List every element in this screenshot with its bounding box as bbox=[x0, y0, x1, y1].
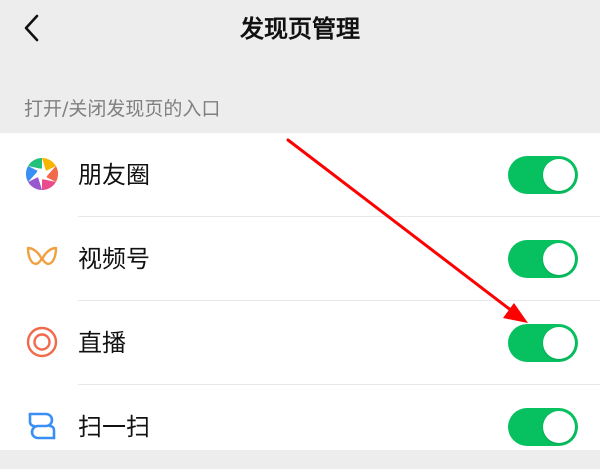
toggle-live[interactable] bbox=[508, 324, 578, 362]
list-item-scan: 扫一扫 bbox=[0, 385, 600, 469]
entry-list: 朋友圈 视频号 直播 扫一扫 bbox=[0, 133, 600, 450]
toggle-knob bbox=[543, 243, 575, 275]
toggle-channels[interactable] bbox=[508, 240, 578, 278]
page-title: 发现页管理 bbox=[240, 15, 360, 43]
chevron-left-icon bbox=[24, 14, 39, 42]
section-label: 打开/关闭发现页的入口 bbox=[24, 98, 221, 120]
back-button[interactable] bbox=[12, 8, 52, 48]
list-item-label: 直播 bbox=[78, 329, 126, 357]
list-item-label: 朋友圈 bbox=[78, 161, 150, 189]
scan-icon bbox=[22, 406, 62, 446]
toggle-knob bbox=[543, 411, 575, 443]
toggle-knob bbox=[543, 327, 575, 359]
toggle-scan[interactable] bbox=[508, 408, 578, 446]
toggle-knob bbox=[543, 159, 575, 191]
header-bar: 发现页管理 bbox=[0, 0, 600, 64]
list-item-channels: 视频号 bbox=[0, 217, 600, 301]
live-icon bbox=[22, 322, 62, 362]
list-item-label: 扫一扫 bbox=[78, 413, 150, 441]
channels-icon bbox=[22, 238, 62, 278]
moments-aperture-icon bbox=[22, 154, 62, 194]
toggle-moments[interactable] bbox=[508, 156, 578, 194]
list-item-moments: 朋友圈 bbox=[0, 133, 600, 217]
list-item-label: 视频号 bbox=[78, 245, 150, 273]
list-item-live: 直播 bbox=[0, 301, 600, 385]
